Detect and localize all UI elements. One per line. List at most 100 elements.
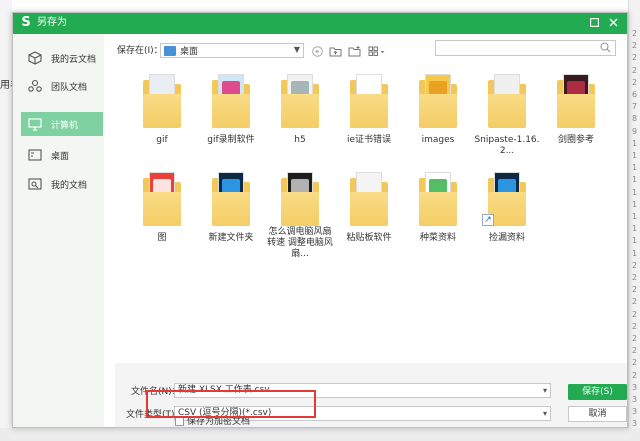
background-app-bottom (0, 428, 640, 441)
background-row-number: 1 (632, 187, 638, 197)
folder-up-icon (329, 47, 341, 56)
folder-name: 怎么调电脑风扇转速 调整电脑风扇... (267, 227, 333, 259)
folder-icon (417, 72, 459, 130)
folder-item[interactable]: h5 (266, 72, 334, 162)
background-row-number: 1 (632, 199, 638, 209)
title-bar[interactable]: S 另存为 (13, 13, 627, 34)
new-folder-icon (348, 45, 360, 56)
dialog-title: 另存为 (37, 17, 67, 28)
close-icon (609, 18, 618, 27)
red-highlight-box (146, 390, 316, 418)
sidebar-item-computer[interactable]: 计算机 (21, 112, 103, 136)
folder-name: 粘贴板软件 (346, 233, 392, 243)
folder-icon (279, 170, 321, 226)
team-icon (27, 78, 43, 94)
sidebar-item-my-documents[interactable]: 我的文档 (21, 172, 103, 196)
folder-name: gif录制软件 (207, 135, 255, 145)
cancel-button[interactable]: 取消 (568, 406, 627, 422)
save-as-dialog: S 另存为 我的云文档 团队文档 计算机 桌面 我的文档 保存在(I)： 桌面 … (12, 12, 628, 428)
up-folder-button[interactable] (328, 44, 342, 58)
monitor-icon (27, 116, 43, 132)
back-arrow-icon (311, 45, 323, 57)
sidebar: 我的云文档 团队文档 计算机 桌面 我的文档 (13, 34, 104, 427)
folder-name: ie证书错误 (346, 135, 392, 145)
maximize-button[interactable] (587, 16, 602, 31)
sidebar-item-label: 团队文档 (51, 82, 88, 93)
search-input[interactable] (435, 40, 616, 56)
folder-name: 捡漏资料 (488, 233, 525, 243)
background-row-number: 1 (632, 212, 638, 221)
save-button[interactable]: 保存(S) (568, 384, 627, 400)
background-row-number: 1 (632, 224, 638, 234)
shortcut-arrow-icon: ↗ (482, 214, 494, 226)
background-row-number: 1 (632, 175, 638, 185)
background-row-number: 2 (632, 358, 638, 368)
folder-icon (141, 72, 183, 130)
background-row-number: 1 (632, 163, 638, 173)
chevron-down-icon: ▼ (293, 45, 300, 54)
background-row-number: 1 (632, 151, 638, 160)
background-row-number: 8 (632, 114, 638, 124)
folder-icon (348, 72, 390, 130)
background-row-number: 1 (632, 248, 638, 258)
encrypt-checkbox[interactable] (175, 417, 184, 426)
background-row-number: 2 (632, 77, 638, 87)
folder-name: 剑圈参考 (557, 135, 594, 145)
folder-name: 图 (157, 233, 167, 243)
sidebar-item-team-docs[interactable]: 团队文档 (21, 74, 103, 98)
cube-icon (27, 50, 43, 66)
background-row-number: 2 (632, 297, 638, 307)
folder-icon (486, 72, 528, 130)
folder-item[interactable]: images (404, 72, 472, 162)
folder-item[interactable]: 种菜资料 (404, 170, 472, 260)
folder-item[interactable]: 怎么调电脑风扇转速 调整电脑风扇... (266, 170, 334, 260)
background-row-number: 2 (632, 273, 638, 282)
folder-item[interactable]: 剑圈参考 (542, 72, 610, 162)
folder-item[interactable]: gif (128, 72, 196, 162)
sidebar-item-desktop[interactable]: 桌面 (21, 143, 103, 167)
background-row-number: 1 (632, 236, 638, 246)
documents-icon (27, 176, 43, 192)
folder-item[interactable]: Snipaste-1.16.2... (473, 72, 541, 162)
folder-item[interactable]: gif录制软件 (197, 72, 265, 162)
maximize-icon (589, 17, 600, 28)
folder-blue-icon (164, 45, 176, 56)
folder-item[interactable]: 图 (128, 170, 196, 260)
view-mode-button[interactable] (367, 44, 387, 58)
filetype-chevron-down-icon: ▾ (543, 409, 548, 418)
background-row-number: 2 (632, 29, 638, 38)
location-value: 桌面 (180, 47, 199, 57)
background-row-number: 2 (632, 321, 638, 331)
back-button[interactable] (311, 44, 323, 58)
background-row-number: 9 (632, 126, 638, 136)
folder-item[interactable]: ↗ 捡漏资料 (473, 170, 541, 260)
folder-item[interactable]: 新建文件夹 (197, 170, 265, 260)
background-row-number: 2 (632, 334, 638, 343)
sidebar-item-label: 我的云文档 (51, 54, 97, 65)
search-icon (600, 42, 611, 53)
background-app-left (0, 0, 12, 441)
folder-icon (348, 170, 390, 228)
background-row-numbers: 222226789111111111122222222223333 (628, 0, 640, 441)
folder-name: images (421, 135, 455, 145)
filename-chevron-down-icon: ▾ (543, 386, 548, 395)
folder-item[interactable]: ie证书错误 (335, 72, 403, 162)
new-folder-button[interactable] (347, 44, 361, 58)
location-dropdown[interactable]: 桌面 ▼ (160, 43, 304, 58)
folder-name: h5 (294, 135, 306, 145)
grid-view-icon (368, 46, 385, 56)
background-row-number: 3 (632, 407, 638, 417)
folder-name: 新建文件夹 (208, 233, 254, 243)
folder-icon (279, 72, 321, 130)
background-row-number: 2 (632, 285, 638, 295)
sidebar-item-label: 桌面 (51, 151, 70, 162)
folder-icon (210, 170, 252, 228)
folder-icon (555, 72, 597, 130)
folder-item[interactable]: 粘贴板软件 (335, 170, 403, 260)
background-row-number: 3 (632, 382, 638, 392)
folder-name: 种菜资料 (419, 233, 456, 243)
folder-icon (141, 170, 183, 228)
close-button[interactable] (606, 16, 621, 31)
sidebar-item-cloud-docs[interactable]: 我的云文档 (21, 46, 103, 70)
sidebar-item-label: 计算机 (51, 120, 79, 131)
